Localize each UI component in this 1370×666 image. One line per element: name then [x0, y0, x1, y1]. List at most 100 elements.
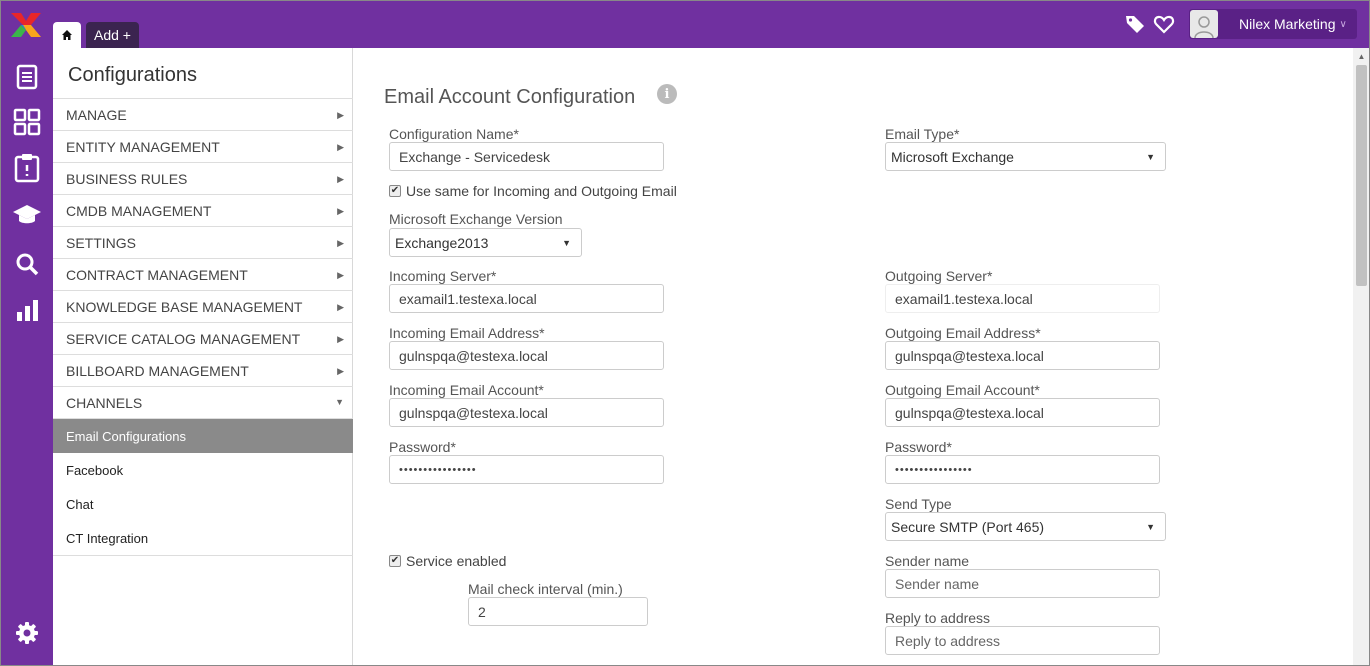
- sender-name-input[interactable]: Sender name: [885, 569, 1160, 598]
- icon-rail: [1, 48, 53, 665]
- menu-item-cmdb-management[interactable]: CMDB MANAGEMENT ▶: [53, 195, 353, 227]
- document-icon[interactable]: [12, 62, 42, 92]
- chevron-right-icon: ▶: [337, 142, 344, 152]
- menu-item-service-catalog-management[interactable]: SERVICE CATALOG MANAGEMENT ▶: [53, 323, 353, 355]
- outgoing-email-label: Outgoing Email Address*: [885, 325, 1041, 341]
- user-icon: [1190, 10, 1218, 38]
- outgoing-email-input[interactable]: gulnspqa@testexa.local: [885, 341, 1160, 370]
- sub-item-chat[interactable]: Chat: [53, 487, 353, 521]
- checkbox-icon: ✔: [389, 555, 401, 567]
- incoming-server-input[interactable]: examail1.testexa.local: [389, 284, 664, 313]
- use-same-checkbox[interactable]: ✔ Use same for Incoming and Outgoing Ema…: [389, 183, 677, 199]
- incoming-server-label: Incoming Server*: [389, 268, 497, 284]
- config-sidebar: Configurations MANAGE ▶ ENTITY MANAGEMENT…: [53, 48, 353, 665]
- sidebar-title: Configurations: [68, 64, 197, 86]
- chevron-right-icon: ▶: [337, 366, 344, 376]
- sub-item-facebook[interactable]: Facebook: [53, 453, 353, 487]
- menu-item-label: BUSINESS RULES: [66, 170, 188, 187]
- service-enabled-checkbox[interactable]: ✔ Service enabled: [389, 553, 506, 569]
- outgoing-server-input[interactable]: examail1.testexa.local: [885, 284, 1160, 313]
- chevron-right-icon: ▶: [337, 334, 344, 344]
- app-window: Add + Nilex Marketing ∨ Configurations M…: [0, 0, 1370, 666]
- chevron-down-icon: ∨: [1339, 18, 1347, 30]
- dashboard-grid-icon[interactable]: [12, 107, 42, 137]
- config-name-label: Configuration Name*: [389, 126, 519, 142]
- exchange-version-select[interactable]: Exchange2013 ▼: [389, 228, 582, 257]
- main-content: Email Account Configuration i Configurat…: [354, 48, 1354, 665]
- chevron-down-icon: ▼: [1146, 522, 1155, 532]
- menu-item-manage[interactable]: MANAGE ▶: [53, 99, 353, 131]
- send-type-value: Secure SMTP (Port 465): [891, 518, 1045, 535]
- menu-item-channels[interactable]: CHANNELS ▼: [53, 387, 353, 419]
- tag-icon[interactable]: [1124, 13, 1146, 35]
- menu-item-knowledge-base-management[interactable]: KNOWLEDGE BASE MANAGEMENT ▶: [53, 291, 353, 323]
- menu-item-label: CMDB MANAGEMENT: [66, 202, 212, 219]
- tab-home[interactable]: [53, 22, 81, 48]
- search-icon[interactable]: [12, 249, 42, 279]
- incoming-account-input[interactable]: gulnspqa@testexa.local: [389, 398, 664, 427]
- checkbox-icon: ✔: [389, 185, 401, 197]
- outgoing-account-label: Outgoing Email Account*: [885, 382, 1040, 398]
- reply-to-label: Reply to address: [885, 610, 991, 626]
- chevron-right-icon: ▶: [337, 206, 344, 216]
- outgoing-account-input[interactable]: gulnspqa@testexa.local: [885, 398, 1160, 427]
- menu-item-billboard-management[interactable]: BILLBOARD MANAGEMENT ▶: [53, 355, 353, 387]
- sub-item-email-configurations[interactable]: Email Configurations: [53, 419, 353, 453]
- scrollbar-thumb[interactable]: [1356, 65, 1367, 286]
- outgoing-password-input[interactable]: ••••••••••••••••: [885, 455, 1160, 484]
- menu-item-contract-management[interactable]: CONTRACT MANAGEMENT ▶: [53, 259, 353, 291]
- heart-icon[interactable]: [1153, 13, 1175, 35]
- home-icon: [62, 30, 72, 40]
- sub-item-ct-integration[interactable]: CT Integration: [53, 521, 353, 555]
- vertical-scrollbar[interactable]: ▲: [1353, 48, 1369, 665]
- incoming-password-input[interactable]: ••••••••••••••••: [389, 455, 664, 484]
- menu-item-label: BILLBOARD MANAGEMENT: [66, 362, 249, 379]
- config-name-input[interactable]: Exchange - Servicedesk: [389, 142, 664, 171]
- email-type-label: Email Type*: [885, 126, 960, 142]
- outgoing-password-label: Password*: [885, 439, 952, 455]
- email-type-select[interactable]: Microsoft Exchange ▼: [885, 142, 1166, 171]
- send-type-label: Send Type: [885, 496, 952, 512]
- incoming-password-label: Password*: [389, 439, 456, 455]
- menu-item-business-rules[interactable]: BUSINESS RULES ▶: [53, 163, 353, 195]
- exchange-version-label: Microsoft Exchange Version: [389, 211, 563, 227]
- send-type-select[interactable]: Secure SMTP (Port 465) ▼: [885, 512, 1166, 541]
- chevron-down-icon: ▼: [562, 238, 571, 248]
- gear-icon[interactable]: [12, 618, 42, 648]
- exchange-version-value: Exchange2013: [395, 234, 489, 251]
- mail-interval-label: Mail check interval (min.): [468, 581, 623, 597]
- menu-item-label: MANAGE: [66, 106, 127, 123]
- email-type-value: Microsoft Exchange: [891, 148, 1014, 165]
- chevron-right-icon: ▶: [337, 238, 344, 248]
- reply-to-input[interactable]: Reply to address: [885, 626, 1160, 655]
- bar-chart-icon[interactable]: [12, 295, 42, 325]
- info-icon[interactable]: i: [657, 84, 677, 104]
- config-menu: MANAGE ▶ ENTITY MANAGEMENT ▶ BUSINESS RULE…: [53, 98, 353, 556]
- mail-interval-input[interactable]: 2: [468, 597, 648, 626]
- incoming-email-input[interactable]: gulnspqa@testexa.local: [389, 341, 664, 370]
- clipboard-icon[interactable]: [12, 153, 42, 183]
- use-same-label: Use same for Incoming and Outgoing Email: [406, 183, 677, 199]
- menu-item-label: SERVICE CATALOG MANAGEMENT: [66, 330, 301, 347]
- user-menu[interactable]: Nilex Marketing ∨: [1189, 9, 1357, 39]
- service-enabled-label: Service enabled: [406, 553, 507, 569]
- scroll-up-icon[interactable]: ▲: [1353, 48, 1369, 64]
- chevron-down-icon: ▼: [335, 397, 344, 407]
- graduation-cap-icon[interactable]: [12, 200, 42, 230]
- incoming-account-label: Incoming Email Account*: [389, 382, 544, 398]
- chevron-down-icon: ▼: [1146, 152, 1155, 162]
- menu-item-label: SETTINGS: [66, 234, 137, 251]
- sender-name-label: Sender name: [885, 553, 970, 569]
- top-bar: Add + Nilex Marketing ∨: [1, 1, 1369, 48]
- chevron-right-icon: ▶: [337, 270, 344, 280]
- chevron-right-icon: ▶: [337, 174, 344, 184]
- tab-add[interactable]: Add +: [86, 22, 139, 48]
- menu-item-label: KNOWLEDGE BASE MANAGEMENT: [66, 298, 303, 315]
- menu-item-label: CONTRACT MANAGEMENT: [66, 266, 248, 283]
- menu-item-entity-management[interactable]: ENTITY MANAGEMENT ▶: [53, 131, 353, 163]
- menu-item-settings[interactable]: SETTINGS ▶: [53, 227, 353, 259]
- menu-item-label: ENTITY MANAGEMENT: [66, 138, 220, 155]
- incoming-email-label: Incoming Email Address*: [389, 325, 545, 341]
- chevron-right-icon: ▶: [337, 110, 344, 120]
- logo-icon[interactable]: [9, 11, 43, 39]
